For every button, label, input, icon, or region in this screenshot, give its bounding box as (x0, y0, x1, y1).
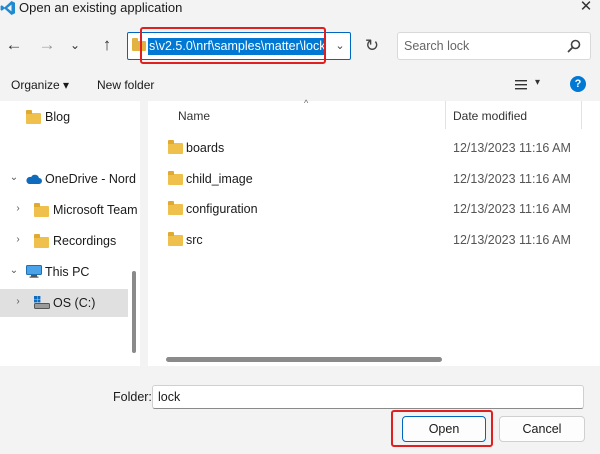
nav-item-os-c[interactable]: › OS (C:) (0, 289, 128, 317)
nav-item-onedrive[interactable]: ⌄ OneDrive - Nord (0, 165, 136, 193)
new-folder-button[interactable]: New folder (97, 78, 154, 92)
folder-icon (132, 38, 146, 51)
forward-button[interactable]: → (35, 34, 59, 58)
column-divider[interactable] (445, 101, 446, 129)
close-button[interactable]: ✕ (575, 0, 597, 16)
search-placeholder: Search lock (404, 39, 470, 53)
nav-item-label: Blog (45, 110, 71, 124)
drive-icon (34, 296, 50, 309)
table-row[interactable]: src 12/13/2023 11:16 AM (148, 225, 600, 255)
title-bar: Open an existing application ✕ (0, 0, 600, 18)
column-header-name[interactable]: Name (178, 109, 210, 123)
nav-item-microsoft-teams[interactable]: › Microsoft Team (0, 196, 138, 224)
folder-icon (168, 201, 183, 215)
organize-button[interactable]: Organize ▾ (11, 78, 69, 92)
nav-item-label: This PC (45, 265, 90, 279)
folder-icon (168, 171, 183, 185)
nav-item-label: Microsoft Team (53, 203, 138, 217)
cancel-button[interactable]: Cancel (499, 416, 585, 442)
search-input[interactable]: Search lock (397, 32, 591, 60)
recent-locations-button[interactable]: ⌄ (63, 34, 87, 58)
nav-scrollbar-thumb[interactable] (132, 271, 136, 353)
file-date: 12/13/2023 11:16 AM (453, 233, 571, 247)
folder-icon (34, 234, 49, 248)
sort-indicator: ^ (304, 98, 309, 108)
folder-icon (34, 203, 49, 217)
nav-item-label: OS (C:) (53, 296, 96, 310)
file-date: 12/13/2023 11:16 AM (453, 202, 571, 216)
nav-item-this-pc[interactable]: ⌄ This PC (0, 258, 128, 286)
folder-label: Folder: (113, 390, 152, 404)
nav-item-label: OneDrive - Nord (45, 172, 136, 186)
address-path-field[interactable]: s\v2.5.0\nrf\samples\matter\lock ⌄ (127, 32, 351, 60)
table-row[interactable]: configuration 12/13/2023 11:16 AM (148, 194, 600, 224)
view-options-button[interactable]: ▾ (514, 76, 544, 94)
vscode-icon (0, 1, 15, 15)
refresh-button[interactable]: ↻ (357, 32, 387, 60)
file-name: configuration (186, 202, 258, 216)
address-dropdown-button[interactable]: ⌄ (331, 37, 349, 55)
file-date: 12/13/2023 11:16 AM (453, 141, 571, 155)
help-button[interactable]: ? (570, 76, 586, 92)
file-list: ^ Name Date modified boards 12/13/2023 1… (148, 98, 600, 366)
monitor-icon (26, 265, 42, 278)
address-bar-row: ← → ⌄ ↑ s\v2.5.0\nrf\samples\matter\lock… (0, 22, 600, 68)
window-title: Open an existing application (19, 0, 183, 15)
dialog-footer: Folder: Open Cancel (0, 366, 600, 454)
table-row[interactable]: child_image 12/13/2023 11:16 AM (148, 164, 600, 194)
folder-name-input[interactable] (152, 385, 584, 409)
chevron-right-icon[interactable]: › (12, 203, 24, 214)
chevron-right-icon[interactable]: › (12, 234, 24, 245)
file-name: boards (186, 141, 225, 155)
cloud-icon (26, 174, 42, 184)
folder-icon (168, 232, 183, 246)
search-icon (567, 39, 581, 53)
chevron-right-icon[interactable]: › (12, 296, 24, 307)
nav-item-recordings[interactable]: › Recordings (0, 227, 128, 255)
up-button[interactable]: ↑ (95, 34, 119, 58)
open-button[interactable]: Open (402, 416, 486, 442)
nav-item-label: Recordings (53, 234, 117, 248)
horizontal-scrollbar-thumb[interactable] (166, 357, 442, 362)
navigation-pane: Blog ⌄ OneDrive - Nord › Microsoft Team … (0, 101, 140, 366)
address-path-text[interactable]: s\v2.5.0\nrf\samples\matter\lock (148, 38, 327, 55)
command-toolbar: Organize ▾ New folder ▾ ? (0, 70, 600, 100)
file-date: 12/13/2023 11:16 AM (453, 172, 571, 186)
chevron-down-icon: ▾ (535, 77, 541, 88)
list-view-icon (515, 80, 527, 90)
chevron-down-icon[interactable]: ⌄ (8, 265, 20, 276)
file-name: child_image (186, 172, 253, 186)
folder-icon (26, 110, 41, 124)
back-button[interactable]: ← (2, 34, 26, 58)
file-name: src (186, 233, 203, 247)
column-divider[interactable] (581, 101, 582, 129)
nav-item-blog[interactable]: Blog (0, 103, 128, 131)
column-header-date-modified[interactable]: Date modified (453, 109, 527, 123)
folder-icon (168, 140, 183, 154)
table-row[interactable]: boards 12/13/2023 11:16 AM (148, 133, 600, 163)
chevron-down-icon[interactable]: ⌄ (8, 172, 20, 183)
